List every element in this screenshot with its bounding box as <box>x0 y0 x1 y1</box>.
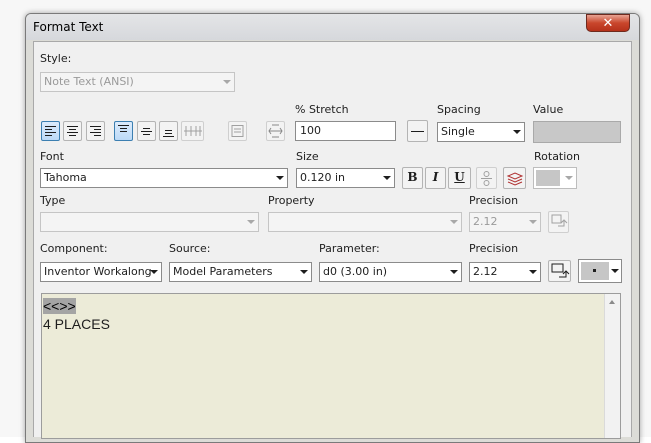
add-parameter-button[interactable] <box>548 260 571 282</box>
align-top-button[interactable] <box>114 121 133 141</box>
component-value: Inventor Workalong <box>44 265 152 278</box>
text-color-button[interactable] <box>503 167 526 189</box>
stack-button[interactable] <box>476 167 497 189</box>
precision-value-bottom: 2.12 <box>473 265 498 278</box>
precision-label-top: Precision <box>469 194 519 207</box>
bold-button[interactable]: B <box>402 167 423 189</box>
justify-right-button[interactable] <box>86 121 105 141</box>
chevron-down-icon <box>223 80 231 84</box>
dot-icon <box>593 269 596 272</box>
rotation-label: Rotation <box>534 150 581 163</box>
value-input[interactable] <box>533 121 621 143</box>
type-dropdown[interactable] <box>40 212 259 232</box>
vertical-scrollbar[interactable] <box>604 294 620 438</box>
spacing-dropdown[interactable]: Single <box>437 122 525 142</box>
title-bar <box>26 14 639 40</box>
justify-left-button[interactable] <box>41 121 60 141</box>
chevron-down-icon <box>450 220 458 224</box>
align-top-icon <box>118 125 129 132</box>
line-icon <box>411 131 424 132</box>
font-dropdown[interactable]: Tahoma <box>40 168 288 188</box>
chevron-down-icon <box>383 176 391 180</box>
layers-icon <box>506 172 524 186</box>
text-editor[interactable] <box>41 293 621 439</box>
symbol-dropdown[interactable] <box>578 259 622 283</box>
property-dropdown[interactable] <box>268 212 462 232</box>
chevron-down-icon <box>450 270 458 274</box>
parameter-value: d0 (3.00 in) <box>323 265 388 278</box>
precision-label-bottom: Precision <box>469 242 519 255</box>
component-label: Component: <box>40 242 108 255</box>
align-middle-icon <box>141 128 152 135</box>
italic-button[interactable]: I <box>425 167 446 189</box>
value-label: Value <box>533 103 564 116</box>
align-middle-button[interactable] <box>137 121 156 141</box>
precision-dropdown-bottom[interactable]: 2.12 <box>469 262 541 282</box>
stack-fraction-icon <box>481 171 492 186</box>
precision-value-top: 2.12 <box>473 215 498 228</box>
type-label: Type <box>40 194 66 207</box>
dialog-title: Format Text <box>33 20 104 34</box>
chevron-down-icon <box>300 270 308 274</box>
text-frame-button[interactable] <box>228 121 247 141</box>
column-align-button[interactable] <box>181 121 204 141</box>
chevron-down-icon <box>150 270 158 274</box>
font-value: Tahoma <box>44 171 87 184</box>
chevron-down-icon <box>276 176 284 180</box>
editor-content: <<>> 4 PLACES <box>43 297 110 333</box>
insert-parameter-icon <box>551 263 570 278</box>
scroll-up-icon[interactable] <box>609 300 615 304</box>
style-label: Style: <box>40 52 72 65</box>
align-right-icon <box>90 126 101 136</box>
align-bottom-button[interactable] <box>159 121 178 141</box>
align-bottom-icon <box>163 130 174 137</box>
stretch-icon <box>268 124 283 138</box>
justify-center-button[interactable] <box>63 121 82 141</box>
fit-text-button[interactable] <box>266 121 285 141</box>
property-label: Property <box>268 194 315 207</box>
editor-text-line: 4 PLACES <box>43 316 110 332</box>
add-property-button[interactable] <box>548 211 569 233</box>
align-center-icon <box>67 126 78 136</box>
size-value: 0.120 in <box>300 171 346 184</box>
chevron-down-icon <box>247 220 255 224</box>
font-label: Font <box>40 150 64 163</box>
line-spacing-button[interactable] <box>407 120 428 142</box>
spacing-label: Spacing <box>437 103 481 116</box>
chevron-down-icon <box>529 220 537 224</box>
chevron-down-icon <box>565 176 573 180</box>
parameter-token[interactable]: <<>> <box>43 298 76 314</box>
symbol-swatch <box>581 262 609 280</box>
rotation-swatch <box>536 170 560 186</box>
align-left-icon <box>45 126 56 136</box>
rotation-dropdown[interactable] <box>533 167 577 189</box>
chevron-down-icon <box>611 269 619 273</box>
underline-button[interactable]: U <box>448 167 471 189</box>
text-frame-icon <box>231 125 244 137</box>
spacing-value: Single <box>441 125 475 138</box>
chevron-down-icon <box>513 130 521 134</box>
style-value: Note Text (ANSI) <box>44 75 134 88</box>
size-label: Size <box>296 150 319 163</box>
source-dropdown[interactable]: Model Parameters <box>169 262 312 282</box>
source-label: Source: <box>169 242 211 255</box>
component-dropdown[interactable]: Inventor Workalong <box>40 262 162 282</box>
stretch-input[interactable]: 100 <box>295 121 396 141</box>
close-button[interactable]: ✕ <box>586 14 630 32</box>
source-value: Model Parameters <box>173 265 273 278</box>
style-dropdown[interactable]: Note Text (ANSI) <box>40 72 235 92</box>
stretch-label: % Stretch <box>295 103 349 116</box>
insert-property-icon <box>551 214 568 227</box>
precision-dropdown-top[interactable]: 2.12 <box>469 212 541 232</box>
chevron-down-icon <box>529 270 537 274</box>
parameter-dropdown[interactable]: d0 (3.00 in) <box>319 262 462 282</box>
parameter-label: Parameter: <box>319 242 380 255</box>
size-dropdown[interactable]: 0.120 in <box>296 168 395 188</box>
columns-icon <box>184 126 202 136</box>
